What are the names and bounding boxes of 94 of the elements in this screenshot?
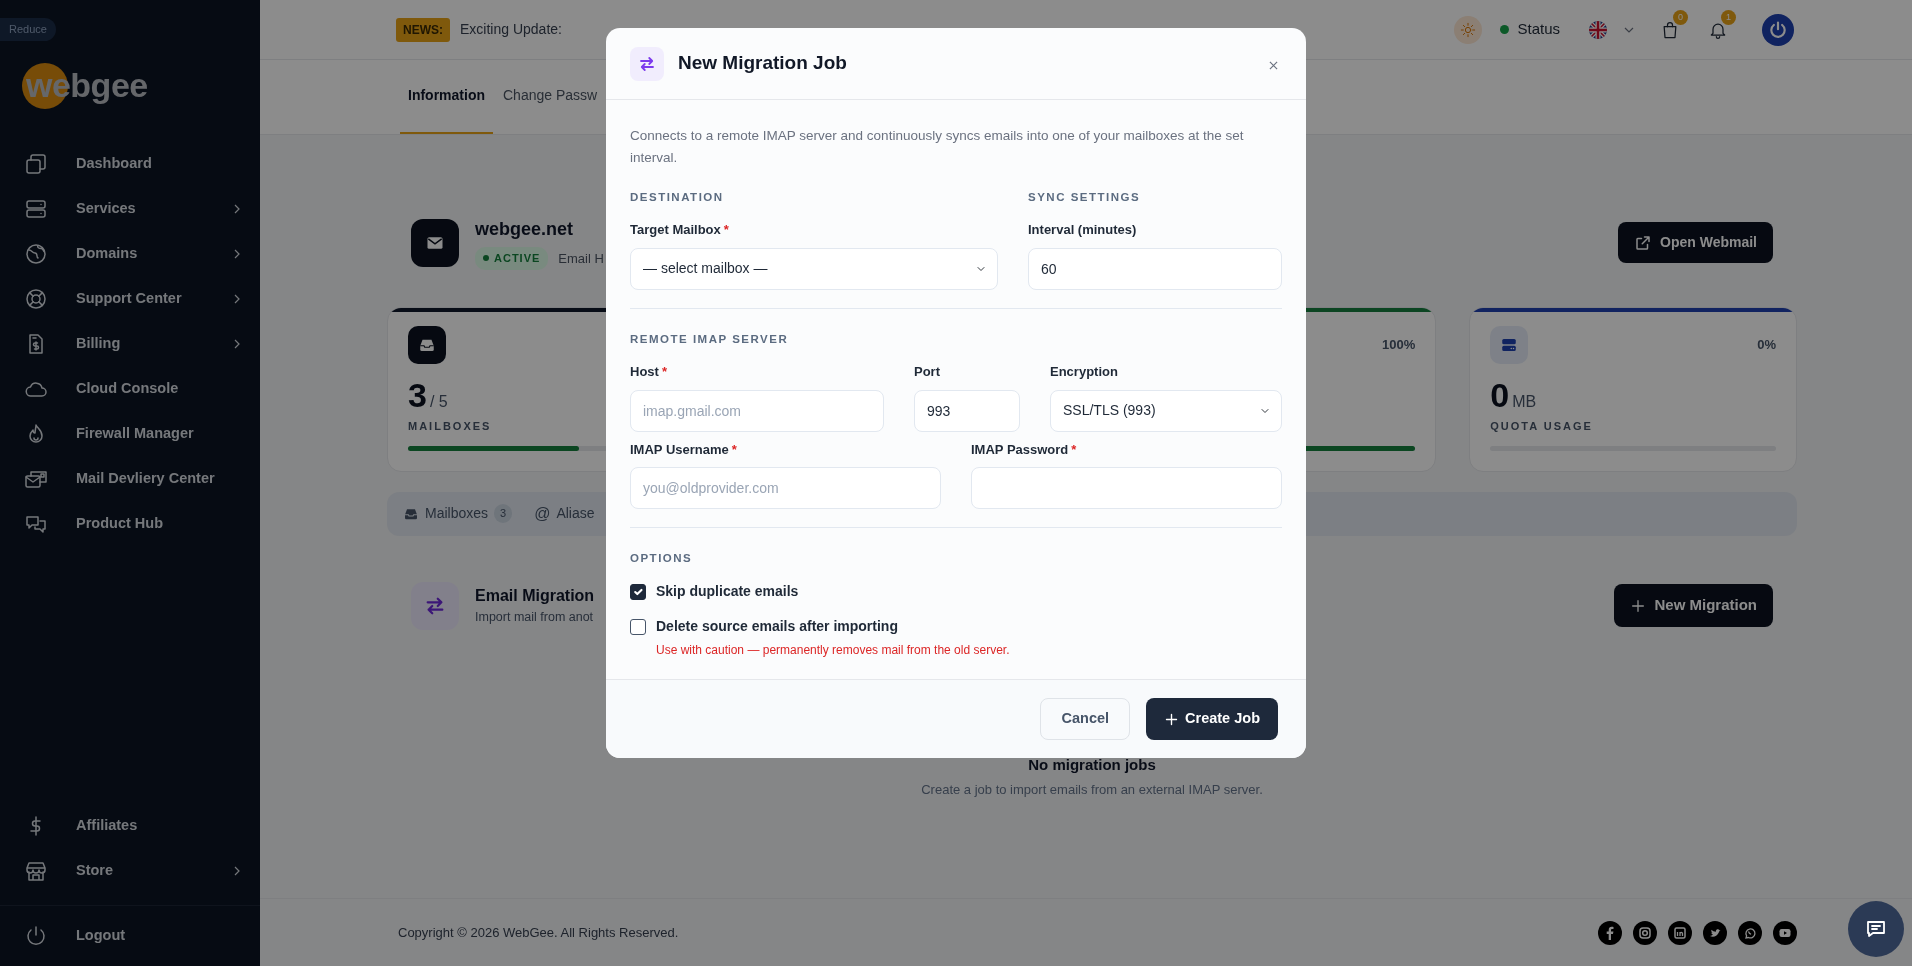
stat-percent: 0% — [1757, 335, 1776, 354]
stat-value: 0 — [1490, 375, 1510, 414]
field-label: Target Mailbox * — [630, 221, 730, 240]
cancel-button[interactable]: Cancel — [1040, 698, 1131, 740]
field-label: IMAP Password * — [971, 440, 1078, 459]
input-field[interactable]: you@oldprovider.com — [630, 467, 941, 509]
page-tab[interactable]: Change Passw — [503, 85, 598, 134]
sidebar-item[interactable]: Firewall Manager — [0, 411, 260, 457]
windows-icon — [24, 152, 48, 176]
field-label: Encryption — [1050, 363, 1119, 381]
lifebuoy-icon — [24, 287, 48, 311]
section-heading: SYNC SETTINGS — [1028, 190, 1142, 205]
create-job-button[interactable]: Create Job — [1146, 698, 1278, 740]
sun-icon — [1460, 21, 1477, 38]
password-field[interactable] — [971, 467, 1282, 509]
sidebar-item[interactable]: Domains — [0, 231, 260, 277]
swap-arrows-icon — [638, 54, 656, 73]
sidebar-item[interactable]: Mail Devliery Center — [0, 456, 260, 502]
warning-text: Use with caution — permanently removes mail from the old server. — [656, 642, 1011, 660]
reduce-button[interactable]: Reduce — [0, 18, 56, 41]
sidebar-item[interactable]: Store — [0, 848, 260, 893]
instagram-icon[interactable] — [1633, 920, 1657, 945]
page-tab[interactable]: Information — [400, 85, 493, 134]
checkbox-label: Delete source emails after importing — [656, 617, 898, 637]
status-badge: ACTIVE — [475, 247, 549, 270]
stat-percent: 100% — [1382, 335, 1416, 354]
sidebar-item[interactable]: Product Hub — [0, 501, 260, 547]
stat-label: QUOTA USAGE — [1490, 418, 1594, 434]
account-button[interactable] — [1762, 13, 1794, 46]
sidebar-item[interactable]: Logout — [0, 906, 260, 966]
section-heading: REMOTE IMAP SERVER — [630, 331, 790, 347]
empty-title: No migration jobs — [1028, 754, 1156, 775]
chevron-icon — [232, 865, 242, 876]
globe-icon — [24, 242, 48, 266]
input-field[interactable]: 60 — [1028, 247, 1282, 290]
power-icon — [1768, 19, 1788, 40]
count-badge: 1 — [1721, 9, 1736, 25]
stat-unit: MB — [1512, 392, 1537, 410]
section-title: Email Migration — [475, 586, 595, 607]
empty-text: Create a job to import emails from an external IMAP server. — [921, 781, 1263, 799]
linkedin-icon[interactable] — [1668, 920, 1692, 945]
server-icon — [24, 197, 48, 221]
section-subtitle: Import mail from anot — [475, 609, 595, 627]
domain-name: webgee.net — [475, 218, 575, 241]
sidebar-item[interactable]: Cloud Console — [0, 366, 260, 412]
field-label: Host * — [630, 363, 668, 381]
open-webmail-button[interactable]: Open Webmail — [1618, 222, 1773, 264]
stat-value: 3 — [408, 375, 427, 414]
field-label: IMAP Username * — [630, 440, 738, 459]
sidebar-item[interactable]: Support Center — [0, 276, 260, 322]
select-field[interactable]: — select mailbox — — [630, 247, 998, 290]
play-icon[interactable] — [1773, 920, 1797, 945]
stat-unit: / 5 — [429, 392, 448, 410]
new-migration-button[interactable]: New Migration — [1614, 584, 1773, 627]
close-icon — [1269, 60, 1278, 70]
sidebar-item[interactable]: Billing — [0, 321, 260, 367]
chevron-icon — [232, 339, 242, 349]
dialog-description: Connects to a remote IMAP server and continuously syncs emails into one of your mailboxes at the set interval. — [630, 127, 1245, 167]
sidebar-item[interactable]: Affiliates — [0, 803, 260, 848]
count-badge: 0 — [1673, 9, 1688, 25]
checkbox[interactable] — [630, 618, 646, 635]
external-link-icon — [1634, 233, 1652, 252]
chevron-icon — [232, 249, 242, 259]
plus-icon — [1164, 711, 1180, 727]
facebook-icon[interactable] — [1598, 920, 1622, 945]
section-heading: DESTINATION — [630, 190, 725, 205]
news-ticker: Exciting Update: — [460, 20, 562, 39]
news-badge: NEWS: — [396, 17, 450, 42]
copyright-text: Copyright © 2026 WebGee. All Rights Reserved. — [398, 923, 679, 942]
flag-icon — [1588, 19, 1608, 40]
dialog-title: New Migration Job — [678, 51, 847, 76]
section-tab[interactable]: @ Aliase — [534, 501, 595, 526]
checkbox-label: Skip duplicate emails — [656, 582, 799, 602]
checkbox[interactable] — [630, 583, 646, 600]
sidebar-item[interactable]: Dashboard — [0, 141, 260, 187]
status-dot — [1500, 25, 1510, 34]
chevron-icon — [232, 294, 242, 304]
status-label: Status — [1517, 19, 1560, 40]
input-field[interactable]: imap.gmail.com — [630, 389, 884, 432]
sidebar-item[interactable]: Services — [0, 186, 260, 232]
field-label: Port — [914, 363, 941, 381]
power-icon — [24, 924, 48, 948]
section-tab[interactable]: Mailboxes 3 — [403, 503, 513, 524]
stat-label: MAILBOXES — [408, 418, 493, 434]
phone-bubble-icon[interactable] — [1738, 920, 1762, 945]
domain-subtitle: Email H — [558, 249, 604, 268]
input-field[interactable]: 993 — [914, 389, 1020, 432]
field-label: Interval (minutes) — [1028, 221, 1138, 240]
bird-icon[interactable] — [1703, 920, 1727, 945]
select-field[interactable]: SSL/TLS (993) — [1050, 389, 1282, 432]
section-heading: OPTIONS — [630, 551, 694, 566]
plus-icon — [1630, 597, 1647, 614]
count-badge: 3 — [494, 504, 513, 523]
chevron-icon — [232, 204, 242, 214]
